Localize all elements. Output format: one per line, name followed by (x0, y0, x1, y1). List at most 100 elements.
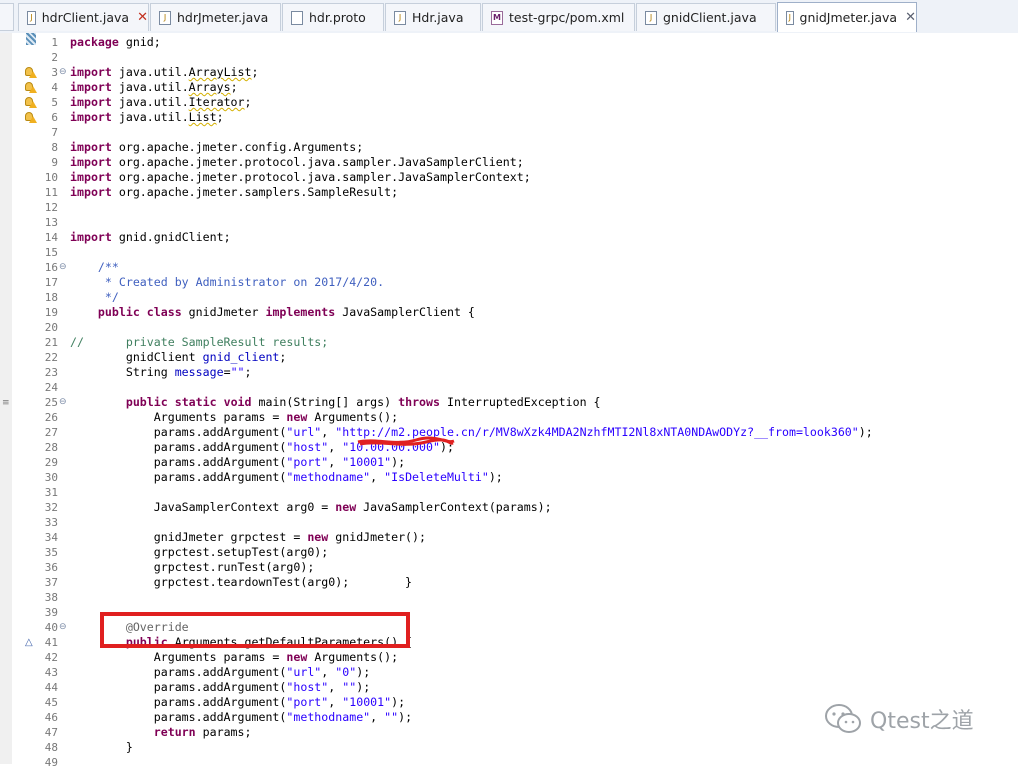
line-number: 31 (44, 486, 58, 499)
line-number: 32 (44, 501, 58, 514)
warning-lightbulb-icon[interactable] (25, 112, 37, 123)
close-icon[interactable]: ✕ (137, 10, 148, 25)
rail-grip-icon[interactable]: ≡ (2, 399, 10, 408)
code-line[interactable]: public class gnidJmeter implements JavaS… (70, 305, 475, 320)
line-number: 11 (44, 186, 58, 199)
tab-label: hdrClient.java (41, 10, 130, 25)
line-number: 33 (44, 516, 58, 529)
code-line[interactable]: import java.util.Arrays; (70, 80, 238, 95)
code-line[interactable]: package gnid; (70, 35, 161, 50)
code-line[interactable]: // private SampleResult results; (70, 335, 328, 350)
line-number: 45 (44, 696, 58, 709)
line-number: 48 (44, 741, 58, 754)
code-line[interactable]: Arguments params = new Arguments(); (70, 410, 398, 425)
line-number: 14 (44, 231, 58, 244)
code-line[interactable]: params.addArgument("methodname", ""); (70, 710, 412, 725)
line-number: 44 (44, 681, 58, 694)
line-number: 15 (44, 246, 58, 259)
line-number: 16 (44, 261, 58, 274)
code-line[interactable]: String message=""; (70, 365, 252, 380)
line-number: 20 (44, 321, 58, 334)
tab-hdr-proto[interactable]: hdr.proto (282, 3, 384, 31)
override-marker-icon[interactable]: △ (25, 635, 33, 650)
code-line[interactable]: grpctest.setupTest(arg0); (70, 545, 329, 560)
code-text-area[interactable]: package gnid; import java.util.ArrayList;… (70, 33, 1010, 764)
line-number: 19 (44, 306, 58, 319)
code-line[interactable]: params.addArgument("url", "http://m2.peo… (70, 425, 873, 440)
line-number: 2 (51, 51, 58, 64)
fold-toggle-icon[interactable]: ⊖ (59, 395, 67, 410)
java-file-icon: J (394, 10, 406, 25)
code-line[interactable]: import gnid.gnidClient; (70, 230, 231, 245)
line-number: 27 (44, 426, 58, 439)
maven-file-icon: M (491, 10, 503, 25)
tab-overflow-stub[interactable] (0, 3, 14, 31)
code-line[interactable]: */ (70, 290, 119, 305)
code-line[interactable]: import java.util.ArrayList; (70, 65, 258, 80)
java-file-icon: J (645, 10, 657, 25)
code-line[interactable]: import org.apache.jmeter.config.Argument… (70, 140, 363, 155)
code-line[interactable]: * Created by Administrator on 2017/4/20. (70, 275, 384, 290)
fold-toggle-icon[interactable]: ⊖ (59, 65, 67, 80)
code-line[interactable]: params.addArgument("host", ""); (70, 680, 370, 695)
text-file-icon (291, 10, 303, 25)
tab-pom-xml[interactable]: Mtest-grpc/pom.xml (482, 3, 635, 31)
warning-lightbulb-icon[interactable] (25, 82, 37, 93)
code-line[interactable]: params.addArgument("url", "0"); (70, 665, 370, 680)
line-number: 28 (44, 441, 58, 454)
line-number: 43 (44, 666, 58, 679)
code-line[interactable]: /** (70, 260, 119, 275)
tab-hdrjmeter[interactable]: JhdrJmeter.java (150, 3, 281, 31)
tab-gnidclient[interactable]: JgnidClient.java (636, 3, 776, 31)
line-number: 9 (51, 156, 58, 169)
line-number: 7 (51, 126, 58, 139)
code-line[interactable]: return params; (70, 725, 252, 740)
tab-hdr-java[interactable]: J Hdr.java (385, 3, 481, 31)
java-file-icon: J (27, 10, 36, 25)
code-line[interactable]: params.addArgument("port", "10001"); (70, 695, 405, 710)
line-number: 18 (44, 291, 58, 304)
warning-lightbulb-icon[interactable] (25, 67, 37, 78)
line-number: 42 (44, 651, 58, 664)
code-line[interactable]: params.addArgument("port", "10001"); (70, 455, 405, 470)
fold-toggle-icon[interactable]: ⊖ (59, 260, 67, 275)
line-number: 8 (51, 141, 58, 154)
java-file-icon: J (159, 10, 171, 25)
tab-label: hdrJmeter.java (177, 10, 269, 25)
code-line[interactable]: import java.util.List; (70, 110, 224, 125)
code-line[interactable]: public static void main(String[] args) t… (70, 395, 601, 410)
code-line[interactable]: params.addArgument("methodname", "IsDele… (70, 470, 503, 485)
line-number: 17 (44, 276, 58, 289)
code-line[interactable]: grpctest.runTest(arg0); (70, 560, 315, 575)
tab-gnidjmeter[interactable]: JgnidJmeter.java ✕ (777, 2, 917, 32)
close-icon[interactable]: ✕ (905, 10, 916, 25)
code-line[interactable]: grpctest.teardownTest(arg0); } (70, 575, 412, 590)
tab-label: Hdr.java (412, 10, 464, 25)
line-number: 37 (44, 576, 58, 589)
tab-label: test-grpc/pom.xml (509, 10, 625, 25)
code-line[interactable]: JavaSamplerContext arg0 = new JavaSample… (70, 500, 552, 515)
code-line[interactable]: gnidJmeter grpctest = new gnidJmeter(); (70, 530, 426, 545)
line-number: 34 (44, 531, 58, 544)
java-file-icon: J (786, 10, 794, 25)
fold-toggle-icon[interactable]: ⊖ (59, 620, 67, 635)
code-line[interactable]: Arguments params = new Arguments(); (70, 650, 398, 665)
line-number: 36 (44, 561, 58, 574)
warning-lightbulb-icon[interactable] (25, 97, 37, 108)
tab-label: gnidJmeter.java (799, 10, 898, 25)
code-line[interactable]: import org.apache.jmeter.protocol.java.s… (70, 155, 524, 170)
code-line[interactable]: import org.apache.jmeter.protocol.java.s… (70, 170, 531, 185)
line-number: 23 (44, 366, 58, 379)
code-line[interactable]: } (70, 740, 133, 755)
code-line[interactable]: gnidClient gnid_client; (70, 350, 287, 365)
code-line[interactable]: import org.apache.jmeter.samplers.Sample… (70, 185, 398, 200)
code-line[interactable]: import java.util.Iterator; (70, 95, 252, 110)
line-number: 40 (44, 621, 58, 634)
code-editor[interactable]: ≡ 1 2 3 ⊖ 4 5 6 7 8 9 10 11 12 13 14 15 16 ⊖ 17 18 19 20 21 22 2… (0, 33, 1018, 769)
tab-label: gnidClient.java (663, 10, 757, 25)
line-number: 13 (44, 216, 58, 229)
line-number: 1 (51, 36, 58, 49)
line-number: 29 (44, 456, 58, 469)
editor-tab-bar: JhdrClient.java ✕ JhdrJmeter.java hdr.proto… (0, 0, 1018, 34)
tab-hdrclient[interactable]: JhdrClient.java ✕ (18, 3, 149, 31)
